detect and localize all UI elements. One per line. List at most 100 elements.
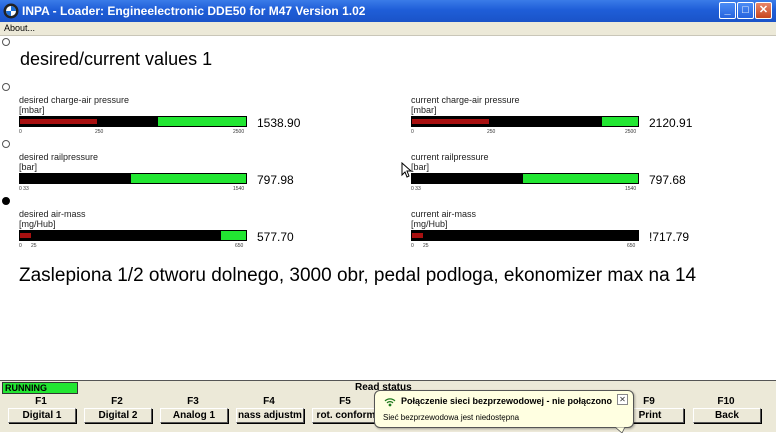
fkey-f5: F5 rot. conform (309, 396, 381, 424)
gauge-fill (20, 231, 222, 240)
gauge-fill-red (20, 119, 97, 124)
fkey-f3: F3 Analog 1 (157, 396, 229, 424)
radio-indicator-1 (2, 38, 10, 46)
close-icon: ✕ (758, 4, 769, 16)
gauge-current-charge-air-pressure: current charge-air pressure [mbar] 2120.… (411, 95, 711, 147)
gauge-desired-air-mass: desired air-mass [mg/Hub] 577.70 0 25 65… (19, 209, 319, 261)
gauge-value: 1538.90 (257, 116, 301, 130)
gauge-fill (20, 174, 131, 183)
analog-1-button[interactable]: Analog 1 (160, 408, 228, 423)
gauge-label: desired air-mass (19, 209, 86, 219)
fkey-name: F1 (35, 396, 47, 407)
gauge-value: 577.70 (257, 230, 294, 244)
gauge-current-railpressure: current railpressure [bar] 797.68 0 33 1… (411, 152, 711, 204)
gauge-tick: 0 (411, 243, 414, 249)
gauge-fill (412, 117, 602, 126)
mouse-cursor-icon (401, 162, 412, 178)
gauge-tick: 0 (19, 129, 22, 135)
gauge-tick: 25 (31, 243, 37, 249)
gauge-tick: 0 33 (19, 186, 29, 192)
minimize-button[interactable]: _ (719, 2, 736, 19)
gauge-tick: 25 (423, 243, 429, 249)
title-bar: INPA - Loader: Engineelectronic DDE50 fo… (0, 0, 776, 22)
radio-indicator-2 (2, 83, 10, 91)
gauge-current-air-mass: current air-mass [mg/Hub] !717.79 0 25 6… (411, 209, 711, 261)
gauge-fill-red (412, 233, 424, 238)
comment-text: Zaslepiona 1/2 otworu dolnego, 3000 obr,… (18, 262, 758, 340)
gauge-value: !717.79 (649, 230, 690, 244)
running-indicator: RUNNING (2, 382, 78, 394)
fkey-name: F10 (717, 396, 735, 407)
gauge-fill-red (20, 233, 32, 238)
fkey-f2: F2 Digital 2 (81, 396, 153, 424)
radio-indicator-3 (2, 140, 10, 148)
gauge-label: desired railpressure (19, 152, 99, 162)
page-title: desired/current values 1 (20, 49, 213, 69)
gauge-label: desired charge-air pressure (19, 95, 130, 105)
gauge-bar (19, 173, 247, 184)
menu-about[interactable]: About... (4, 23, 35, 33)
gauge-value: 2120.91 (649, 116, 693, 130)
maximize-button[interactable]: □ (737, 2, 754, 19)
fkey-name: F5 (339, 396, 351, 407)
fkey-name: F2 (111, 396, 123, 407)
gauge-tick: 250 (95, 129, 104, 135)
gauge-label: current railpressure (411, 152, 489, 162)
gauge-bar (19, 116, 247, 127)
radio-indicator-4 (2, 197, 10, 205)
gauge-tick: 0 (411, 129, 414, 135)
rot-conform-button[interactable]: rot. conform (312, 408, 380, 423)
gauge-fill (20, 117, 158, 126)
gauge-tick: 1540 (233, 186, 245, 192)
gauge-ticks: 0 33 1540 (19, 186, 247, 194)
notification-text: Sieć bezprzewodowa jest niedostępna (383, 413, 520, 422)
notification-title: Połączenie sieci bezprzewodowej - nie po… (401, 396, 613, 406)
gauge-tick: 250 (487, 129, 496, 135)
gauge-ticks: 0 250 2500 (19, 129, 247, 137)
gauge-tick: 650 (627, 243, 636, 249)
gauge-unit: [bar] (411, 162, 430, 172)
gauge-tick: 2500 (233, 129, 245, 135)
gauge-unit: [mbar] (19, 105, 45, 115)
digital-1-button[interactable]: Digital 1 (8, 408, 76, 423)
gauge-tick: 1540 (625, 186, 637, 192)
notification-close-button[interactable]: ✕ (617, 394, 628, 405)
gauge-tick: 0 33 (411, 186, 421, 192)
gauge-bar (411, 173, 639, 184)
window-title: INPA - Loader: Engineelectronic DDE50 fo… (22, 4, 366, 18)
gauge-tick: 650 (235, 243, 244, 249)
gauge-ticks: 0 25 650 (411, 243, 639, 251)
menu-bar: About... (0, 22, 776, 36)
wireless-notification-balloon[interactable]: Połączenie sieci bezprzewodowej - nie po… (374, 390, 634, 433)
gauge-desired-charge-air-pressure: desired charge-air pressure [mbar] 1538.… (19, 95, 319, 147)
gauge-unit: [mg/Hub] (19, 219, 56, 229)
gauge-value: 797.68 (649, 173, 686, 187)
gauge-unit: [mg/Hub] (411, 219, 448, 229)
fkey-f4: F4 nass adjustm (233, 396, 305, 424)
balloon-tail (615, 427, 625, 433)
gauge-label: current air-mass (411, 209, 477, 219)
gauge-ticks: 0 250 2500 (411, 129, 639, 137)
gauge-fill (412, 231, 638, 240)
gauge-bar (411, 116, 639, 127)
back-button[interactable]: Back (693, 408, 761, 423)
gauge-unit: [mbar] (411, 105, 437, 115)
close-button[interactable]: ✕ (755, 2, 772, 19)
fkey-name: F3 (187, 396, 199, 407)
gauge-desired-railpressure: desired railpressure [bar] 797.98 0 33 1… (19, 152, 319, 204)
wireless-icon (384, 398, 396, 407)
bmw-logo-icon (3, 3, 19, 19)
digital-2-button[interactable]: Digital 2 (84, 408, 152, 423)
minimize-icon: _ (724, 4, 731, 16)
gauge-tick: 2500 (625, 129, 637, 135)
gauge-label: current charge-air pressure (411, 95, 520, 105)
mass-adjustment-button[interactable]: nass adjustm (236, 408, 304, 423)
gauge-bar (19, 230, 247, 241)
fkey-name: F4 (263, 396, 275, 407)
fkey-f1: F1 Digital 1 (5, 396, 77, 424)
gauge-fill-red (412, 119, 489, 124)
gauge-fill (412, 174, 523, 183)
maximize-icon: □ (742, 4, 749, 16)
gauge-value: 797.98 (257, 173, 294, 187)
gauge-bar (411, 230, 639, 241)
